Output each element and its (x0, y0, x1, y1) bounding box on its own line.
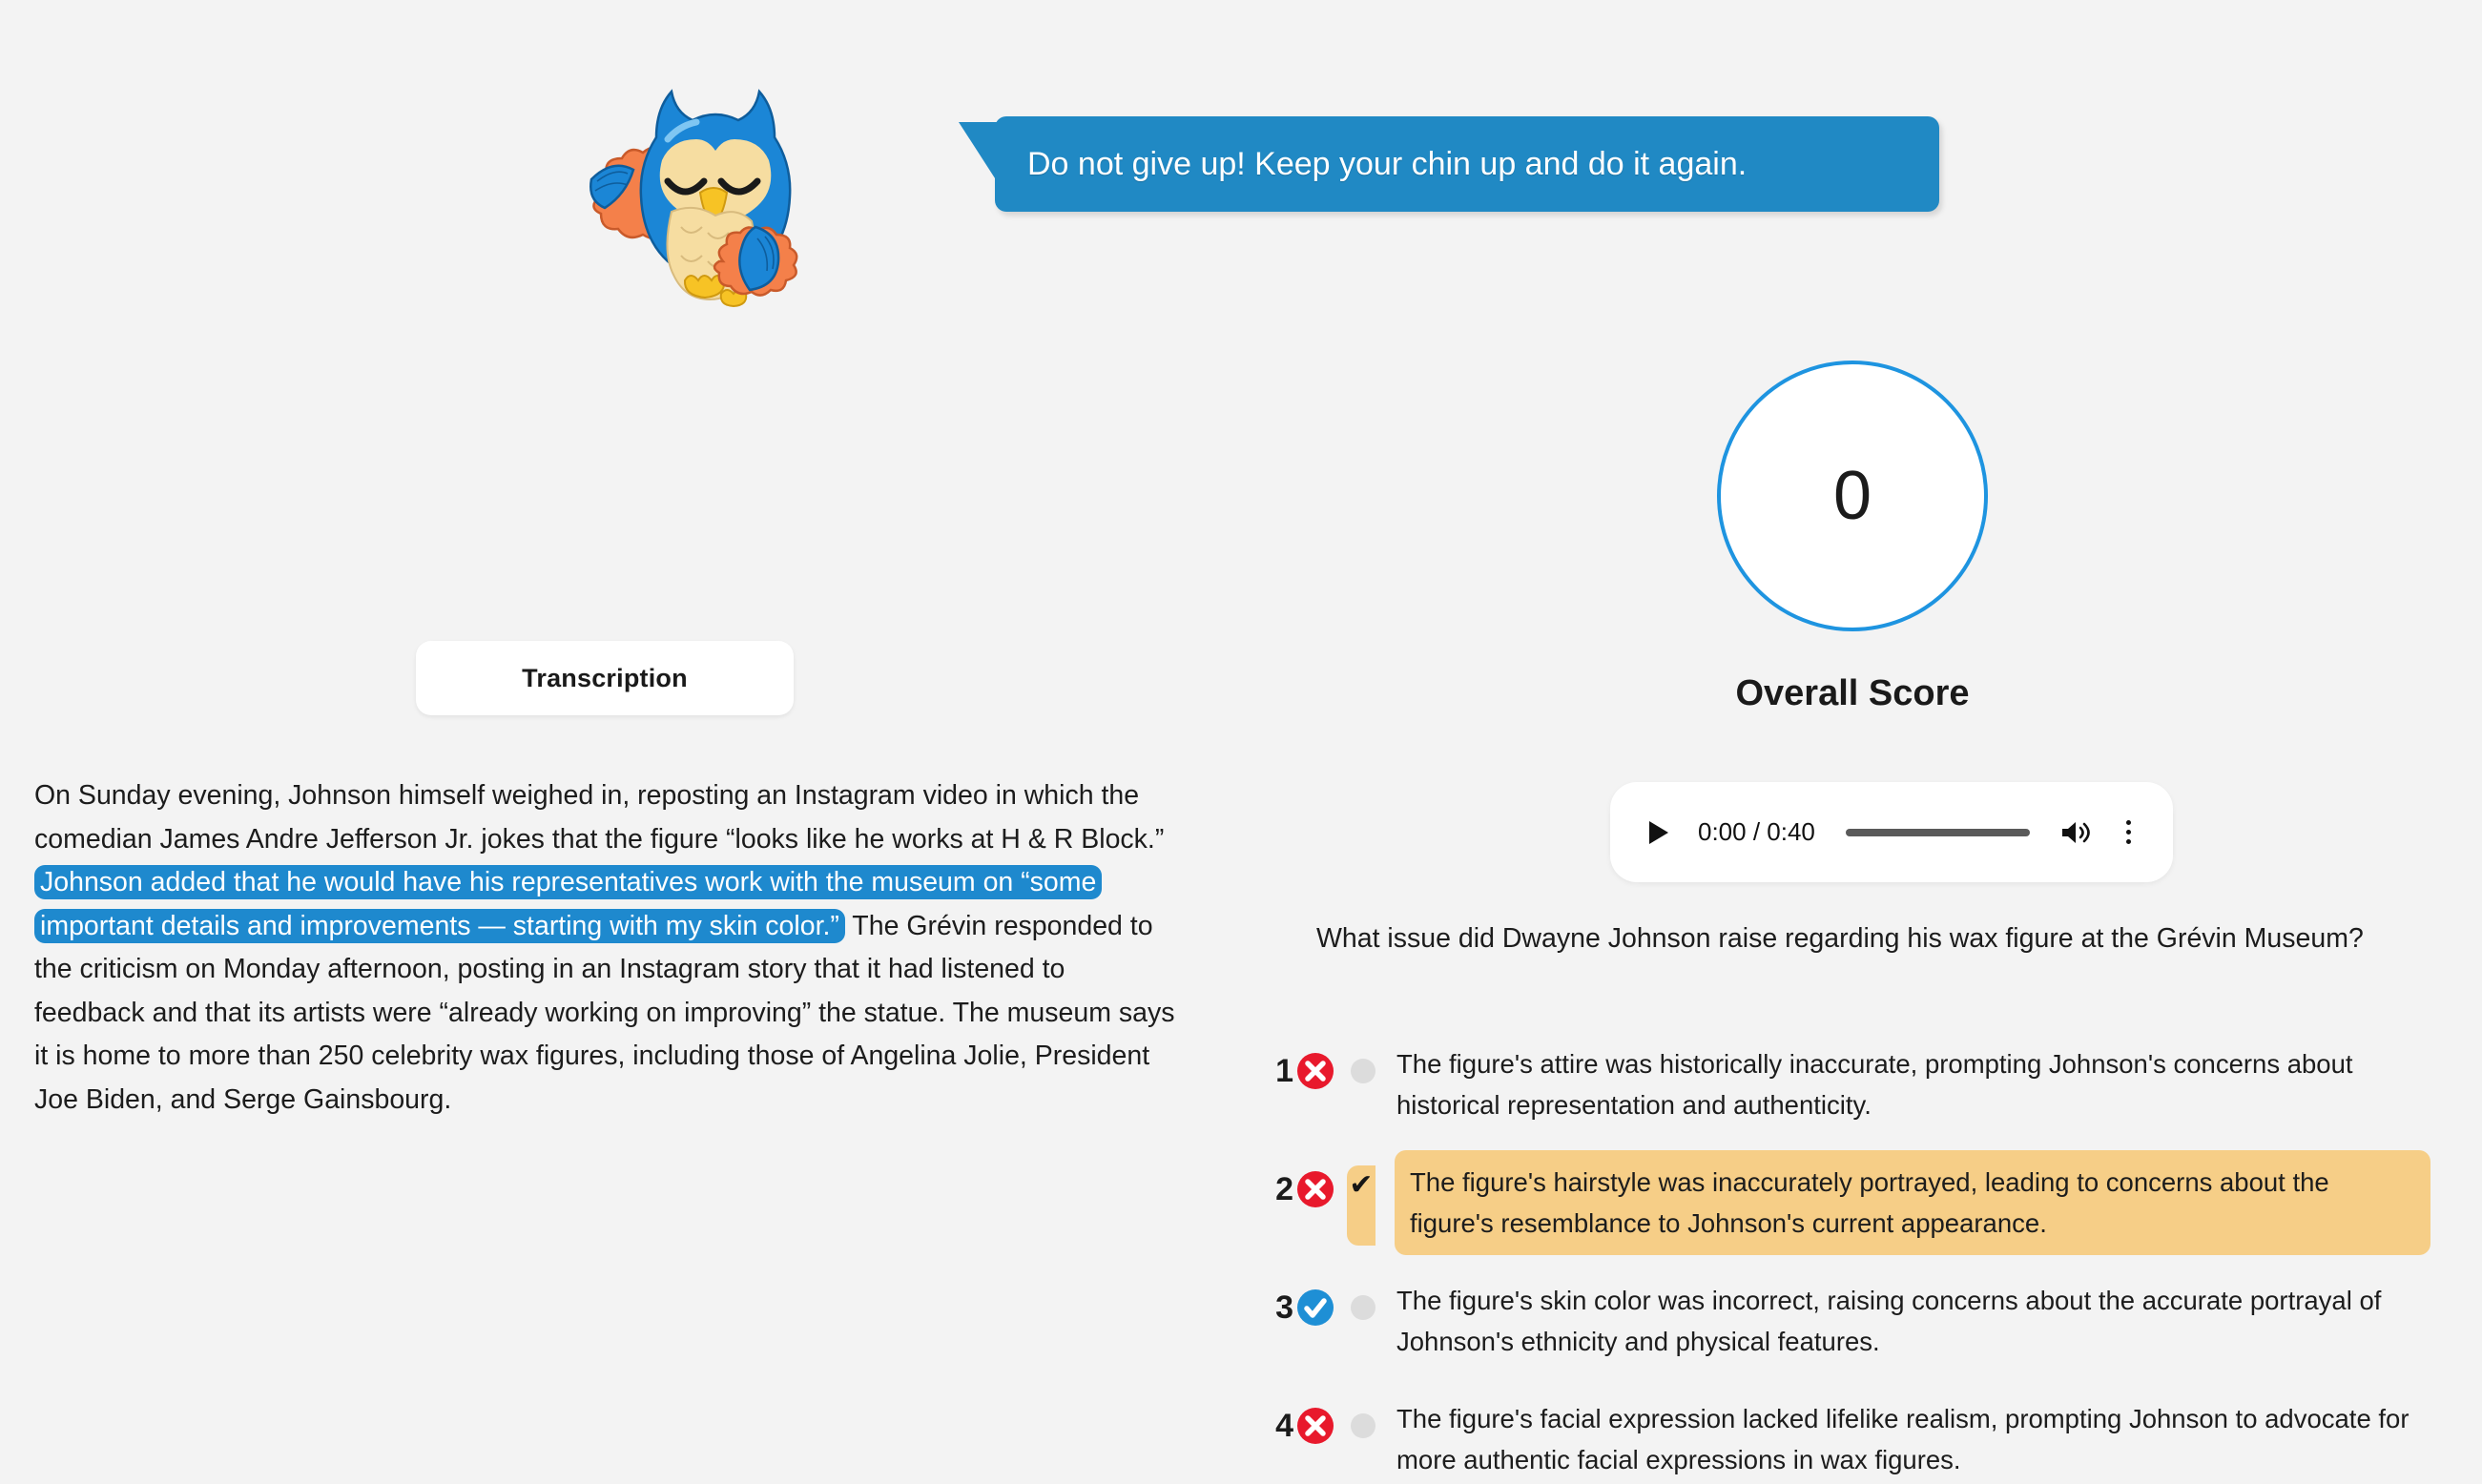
audio-player[interactable]: 0:00 / 0:40 (1610, 782, 2173, 882)
option-radio[interactable] (1351, 1059, 1375, 1083)
more-options-icon[interactable] (2118, 820, 2139, 844)
option-label: The figure's attire was historically ina… (1396, 1049, 2353, 1120)
audio-progress-bar[interactable] (1845, 828, 2030, 836)
score-value: 0 (1832, 458, 1872, 534)
selected-check-icon: ✔ (1347, 1165, 1375, 1246)
option-label: The figure's facial expression lacked li… (1396, 1404, 2410, 1474)
transcription-panel: Transcription On Sunday evening, Johnson… (34, 641, 1174, 1122)
transcript-segment-1: On Sunday evening, Johnson himself weigh… (34, 780, 1165, 855)
option-row[interactable]: 1 The figure's attire was historically i… (1261, 1032, 2444, 1137)
correct-icon (1295, 1288, 1335, 1328)
overall-score-block: 0 Overall Score (1261, 361, 2444, 714)
audio-time: 0:00 / 0:40 (1698, 817, 1815, 846)
score-label: Overall Score (1735, 673, 1970, 713)
owl-mascot-icon (589, 89, 798, 308)
score-ring: 0 (1717, 361, 1988, 631)
option-index: 3 (1275, 1289, 1293, 1326)
answer-options: 1 The figure's attire was historically i… (1261, 1032, 2444, 1484)
option-row[interactable]: 4 The figure's facial expression lacked … (1261, 1387, 2444, 1484)
option-index: 1 (1275, 1053, 1293, 1089)
incorrect-icon (1295, 1406, 1335, 1446)
speech-bubble-tail (959, 122, 997, 181)
option-index: 4 (1275, 1408, 1293, 1444)
option-row[interactable]: 2 ✔ The figure's hairstyle was inaccurat… (1261, 1150, 2444, 1255)
option-row[interactable]: 3 The figure's skin color was incorrect,… (1261, 1268, 2444, 1373)
results-page: Do not give up! Keep your chin up and do… (0, 0, 2482, 1484)
mascot-area (569, 29, 874, 315)
tab-transcription-label: Transcription (522, 663, 688, 692)
transcript-text[interactable]: On Sunday evening, Johnson himself weigh… (34, 774, 1175, 1122)
incorrect-icon (1295, 1051, 1335, 1091)
tab-transcription[interactable]: Transcription (416, 641, 794, 715)
feedback-message: Do not give up! Keep your chin up and do… (1027, 145, 1748, 182)
feedback-speech-bubble: Do not give up! Keep your chin up and do… (959, 116, 1939, 212)
option-radio[interactable] (1351, 1413, 1375, 1438)
feedback-header: Do not give up! Keep your chin up and do… (0, 0, 2482, 324)
question-text: What issue did Dwayne Johnson raise rega… (1316, 923, 2364, 954)
option-label: The figure's skin color was incorrect, r… (1396, 1286, 2382, 1356)
volume-icon[interactable] (2060, 819, 2093, 846)
option-index: 2 (1275, 1171, 1293, 1207)
option-radio[interactable] (1351, 1295, 1375, 1320)
incorrect-icon (1295, 1169, 1335, 1209)
option-label: The figure's hairstyle was inaccurately … (1395, 1150, 2430, 1255)
play-icon[interactable] (1644, 816, 1673, 849)
